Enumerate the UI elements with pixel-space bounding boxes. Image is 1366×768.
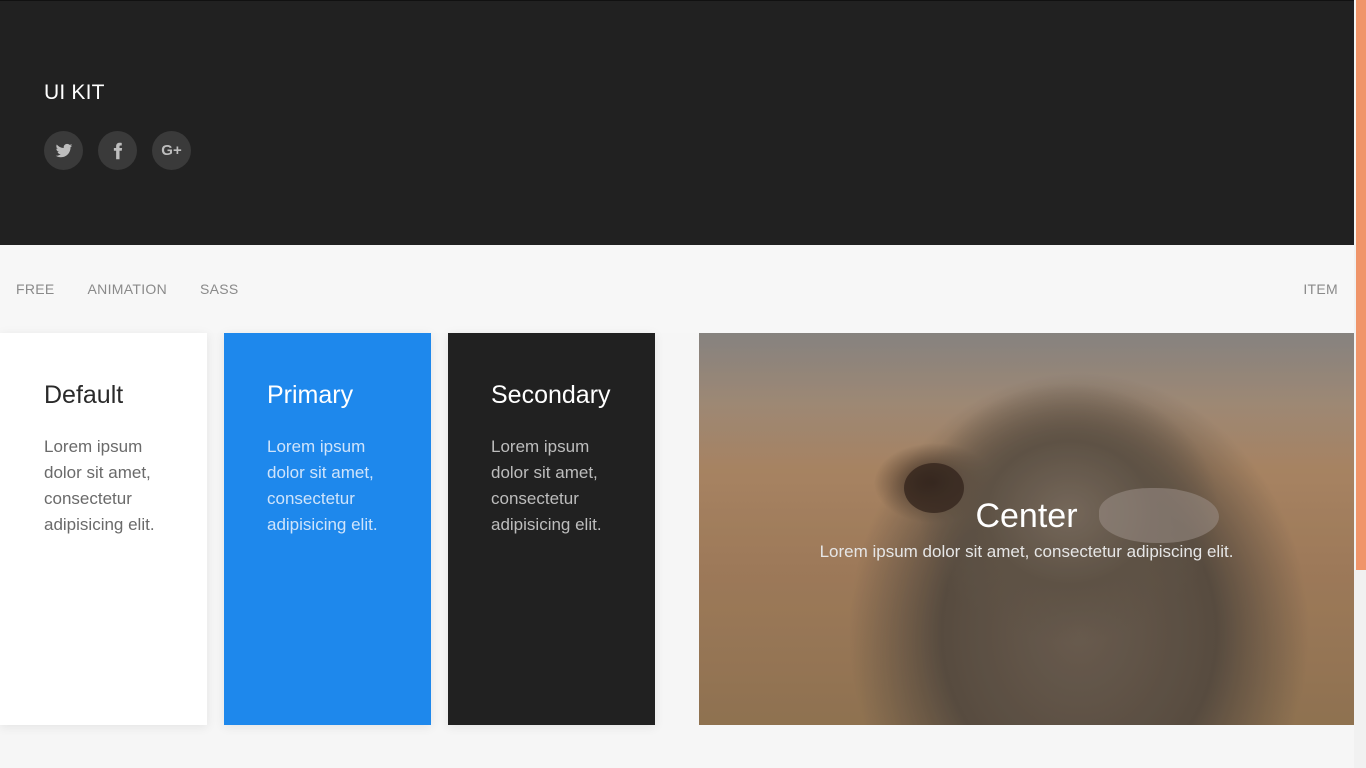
- google-plus-button[interactable]: G+: [152, 131, 191, 170]
- social-links: G+: [44, 131, 191, 170]
- nav-left: FREE ANIMATION SASS: [16, 245, 272, 333]
- card-secondary-text: Lorem ipsum dolor sit amet, consectetur …: [491, 437, 602, 534]
- scrollbar-thumb[interactable]: [1356, 0, 1366, 570]
- card-default-text: Lorem ipsum dolor sit amet, consectetur …: [44, 437, 155, 534]
- image-card: Center Lorem ipsum dolor sit amet, conse…: [699, 333, 1354, 725]
- nav-item-sass[interactable]: SASS: [200, 281, 239, 297]
- card-primary-text: Lorem ipsum dolor sit amet, consectetur …: [267, 437, 378, 534]
- card-primary-title: Primary: [267, 381, 354, 409]
- scrollbar[interactable]: [1354, 0, 1366, 768]
- twitter-icon: [55, 143, 72, 157]
- nav-item-animation[interactable]: ANIMATION: [88, 281, 167, 297]
- card-default-title: Default: [44, 381, 124, 409]
- card-primary: Primary Lorem ipsum dolor sit amet, cons…: [224, 333, 431, 725]
- card-secondary: Secondary Lorem ipsum dolor sit amet, co…: [448, 333, 655, 725]
- brand-title: UI KIT: [44, 81, 105, 104]
- nav-right: ITEM: [1303, 245, 1338, 333]
- nav-item-free[interactable]: FREE: [16, 281, 55, 297]
- nav-item-item[interactable]: ITEM: [1303, 281, 1338, 297]
- card-secondary-title: Secondary: [491, 381, 611, 409]
- navbar: FREE ANIMATION SASS ITEM: [0, 245, 1354, 333]
- facebook-button[interactable]: [98, 131, 137, 170]
- google-plus-icon: G+: [161, 142, 182, 159]
- header: UI KIT G+: [0, 0, 1354, 245]
- card-default: Default Lorem ipsum dolor sit amet, cons…: [0, 333, 207, 725]
- image-card-text: Lorem ipsum dolor sit amet, consectetur …: [819, 542, 1234, 561]
- facebook-icon: [113, 142, 122, 159]
- image-card-title: Center: [975, 497, 1078, 535]
- twitter-button[interactable]: [44, 131, 83, 170]
